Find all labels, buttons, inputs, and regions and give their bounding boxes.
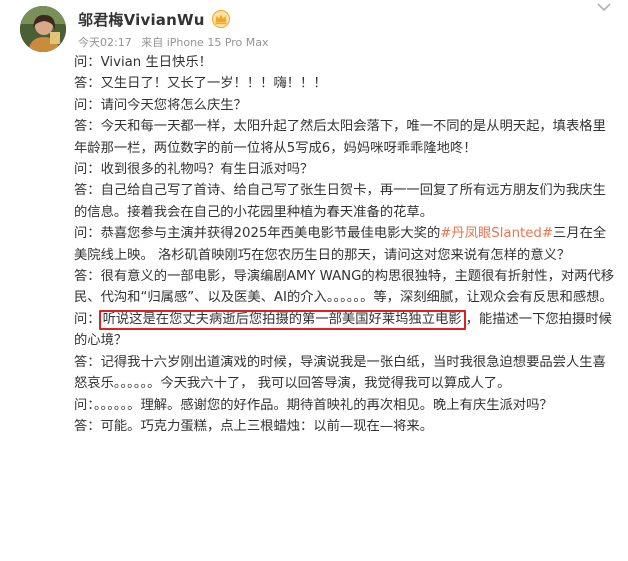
qa-line-husband-question: 问： 听说这是在您丈夫病逝后您拍摄的第一部美国好莱坞独立电影 ，能描述一下您拍摄时候… bbox=[74, 309, 618, 352]
chevron-down-icon[interactable] bbox=[594, 0, 614, 14]
qa-line: 问：请问今天您将怎么庆生？ bbox=[74, 97, 247, 113]
qa-line: 答：又生日了！又长了一岁！！！嗨！！！ bbox=[74, 76, 327, 92]
qa-line: 答：很有意义的一部电影，导演编剧AMY WANG的构思很独特，主题很有折射性，对… bbox=[74, 269, 615, 306]
highlighted-sentence: 听说这是在您丈夫病逝后您拍摄的第一部美国好莱坞独立电影 bbox=[98, 309, 466, 330]
post-content: 问：Vivian 生日快乐！ 答：又生日了！又长了一岁！！！嗨！！！ 问：请问今… bbox=[74, 52, 618, 437]
qa-line-slanted-question: 问：恭喜您参与主演并获得2025年西美电影节最佳电影大奖的#丹凤眼Slanted… bbox=[74, 223, 618, 266]
author-name[interactable]: 邬君梅VivianWu bbox=[78, 9, 205, 30]
question-prefix: 问： bbox=[74, 311, 101, 327]
post-time[interactable]: 今天02:17 bbox=[78, 36, 132, 49]
qa-line: 问：。。。。。。理解。感谢您的好作品。期待首映礼的再次相见。晚上有庆生派对吗？ bbox=[74, 397, 553, 413]
post-source: 来自 iPhone 15 Pro Max bbox=[141, 36, 269, 49]
avatar[interactable] bbox=[20, 6, 66, 52]
qa-line: 答：自己给自己写了首诗、给自己写了张生日贺卡，再一一回复了所有远方朋友们为我庆生… bbox=[74, 183, 606, 220]
qa-line: 问：Vivian 生日快乐！ bbox=[74, 55, 212, 70]
post-meta: 今天02:17 来自 iPhone 15 Pro Max bbox=[78, 34, 275, 50]
qa-line: 问：收到很多的礼物吗？有生日派对吗？ bbox=[74, 162, 314, 178]
author-row: 邬君梅VivianWu bbox=[78, 8, 231, 30]
qa-line: 答：记得我十六岁刚出道演戏的时候，导演说我是一张白纸，当时我很急迫想要品尝人生喜… bbox=[74, 354, 606, 392]
qa-line: 答：今天和每一天都一样，太阳升起了然后太阳会落下，唯一不同的是从明天起，填表格里… bbox=[74, 119, 606, 156]
qa-line: 答：可能。巧克力蛋糕，点上三根蜡烛：以前—现在—将来。 bbox=[74, 418, 434, 434]
weibo-post: 邬君梅VivianWu 今天02:17 来自 iPhone 15 Pro Max… bbox=[0, 0, 628, 561]
avatar-image bbox=[20, 6, 66, 52]
question-text: 问：恭喜您参与主演并获得2025年西美电影节最佳电影大奖的 bbox=[74, 226, 441, 242]
vip-crown-icon[interactable] bbox=[211, 10, 231, 28]
hashtag-link[interactable]: #丹凤眼Slanted# bbox=[440, 226, 553, 241]
